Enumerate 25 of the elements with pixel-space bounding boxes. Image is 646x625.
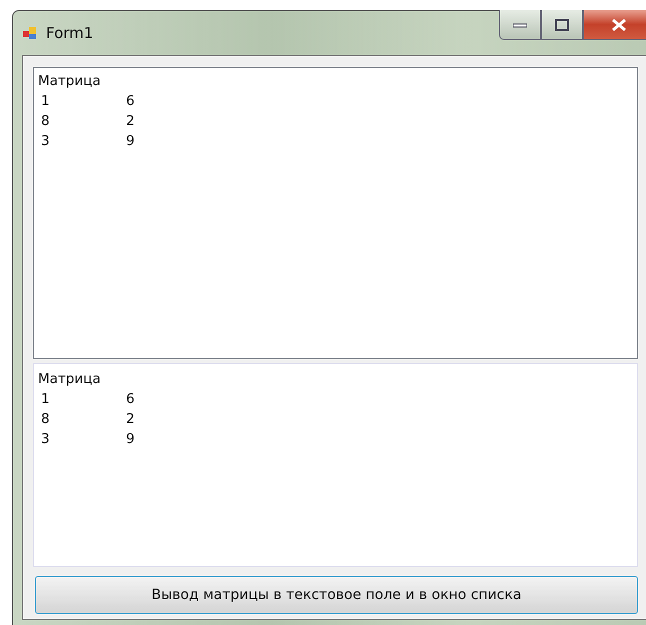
maximize-icon: [555, 18, 569, 30]
matrix-value: 1: [40, 390, 51, 409]
text-line: Матрица: [38, 72, 102, 91]
matrix-value: 8: [40, 112, 51, 131]
matrix-value: 1: [40, 92, 51, 111]
text-box[interactable]: Матрица 1 6 8 2 3 9: [33, 67, 638, 359]
minimize-button[interactable]: [499, 10, 541, 40]
matrix-value: 2: [125, 112, 136, 131]
matrix-value: 9: [125, 132, 136, 151]
matrix-value: 6: [125, 92, 136, 111]
matrix-value: 3: [40, 132, 51, 151]
close-button[interactable]: [583, 10, 646, 40]
output-button[interactable]: Вывод матрицы в текстовое поле и в окно списка: [35, 576, 638, 614]
matrix-value: 3: [40, 430, 51, 449]
list-box[interactable]: Матрица 1 6 8 2 3 9: [33, 363, 638, 567]
matrix-value: 9: [125, 430, 136, 449]
matrix-value: 8: [40, 410, 51, 429]
close-icon: [611, 18, 627, 30]
app-icon: [22, 25, 38, 41]
maximize-button[interactable]: [541, 10, 583, 40]
matrix-value: 6: [125, 390, 136, 409]
window-title: Form1: [46, 24, 94, 42]
list-item-line: Матрица: [38, 370, 102, 389]
minimize-icon: [513, 22, 527, 28]
matrix-value: 2: [125, 410, 136, 429]
